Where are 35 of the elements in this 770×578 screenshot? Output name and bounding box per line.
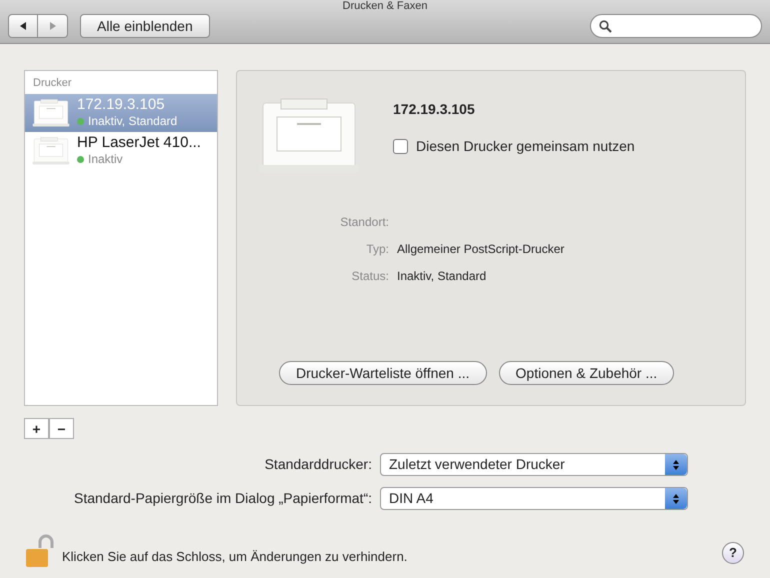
setting-label: Standard-Papiergröße im Dialog „Papierformat“: xyxy=(72,489,372,508)
back-button[interactable] xyxy=(8,14,38,38)
printer-title: 172.19.3.105 xyxy=(393,100,476,119)
right-arrow-icon xyxy=(48,21,58,31)
field-label: Status: xyxy=(350,268,389,285)
search-icon xyxy=(599,20,612,32)
popup-value: DIN A4 xyxy=(389,489,434,508)
add-button[interactable]: + xyxy=(24,418,49,439)
help-button[interactable]: ? xyxy=(722,542,744,564)
popup-menu[interactable]: DIN A4 xyxy=(380,487,688,510)
printer-status: Inaktiv, Standard xyxy=(88,114,178,130)
share-label: Diesen Drucker gemeinsam nutzen xyxy=(416,137,635,156)
popup-value: Zuletzt verwendeter Drucker xyxy=(389,455,565,474)
field-value: Inaktiv, Standard xyxy=(397,268,488,285)
share-checkbox[interactable] xyxy=(393,139,408,154)
show-all-button[interactable]: Alle einblenden xyxy=(80,14,210,38)
printer-list-item[interactable]: HP LaserJet 410... Inaktiv xyxy=(25,132,217,170)
stepper-arrows-icon xyxy=(665,488,687,509)
field-label: Standort: xyxy=(339,214,389,231)
lock-message: Klicken Sie auf das Schloss, um Änderungen zu verhindern. xyxy=(62,548,408,566)
field-value: Allgemeiner PostScript-Drucker xyxy=(397,241,566,258)
field-label: Typ: xyxy=(365,241,389,258)
search-field[interactable] xyxy=(590,14,762,38)
list-heading: Drucker xyxy=(32,76,73,91)
printer-name: HP LaserJet 410... xyxy=(77,134,201,152)
printer-status: Inaktiv xyxy=(88,152,123,168)
window-title: Drucken & Faxen xyxy=(342,0,428,12)
setting-label: Standarddrucker: xyxy=(264,455,372,474)
remove-button[interactable]: − xyxy=(49,418,74,439)
panel-button[interactable]: Optionen & Zubehör ... xyxy=(498,361,674,385)
printer-name: 172.19.3.105 xyxy=(77,96,166,114)
left-arrow-icon xyxy=(18,21,28,31)
popup-menu[interactable]: Zuletzt verwendeter Drucker xyxy=(380,453,688,476)
stepper-arrows-icon xyxy=(665,454,687,475)
panel-button[interactable]: Drucker-Warteliste öffnen ... xyxy=(279,361,487,385)
